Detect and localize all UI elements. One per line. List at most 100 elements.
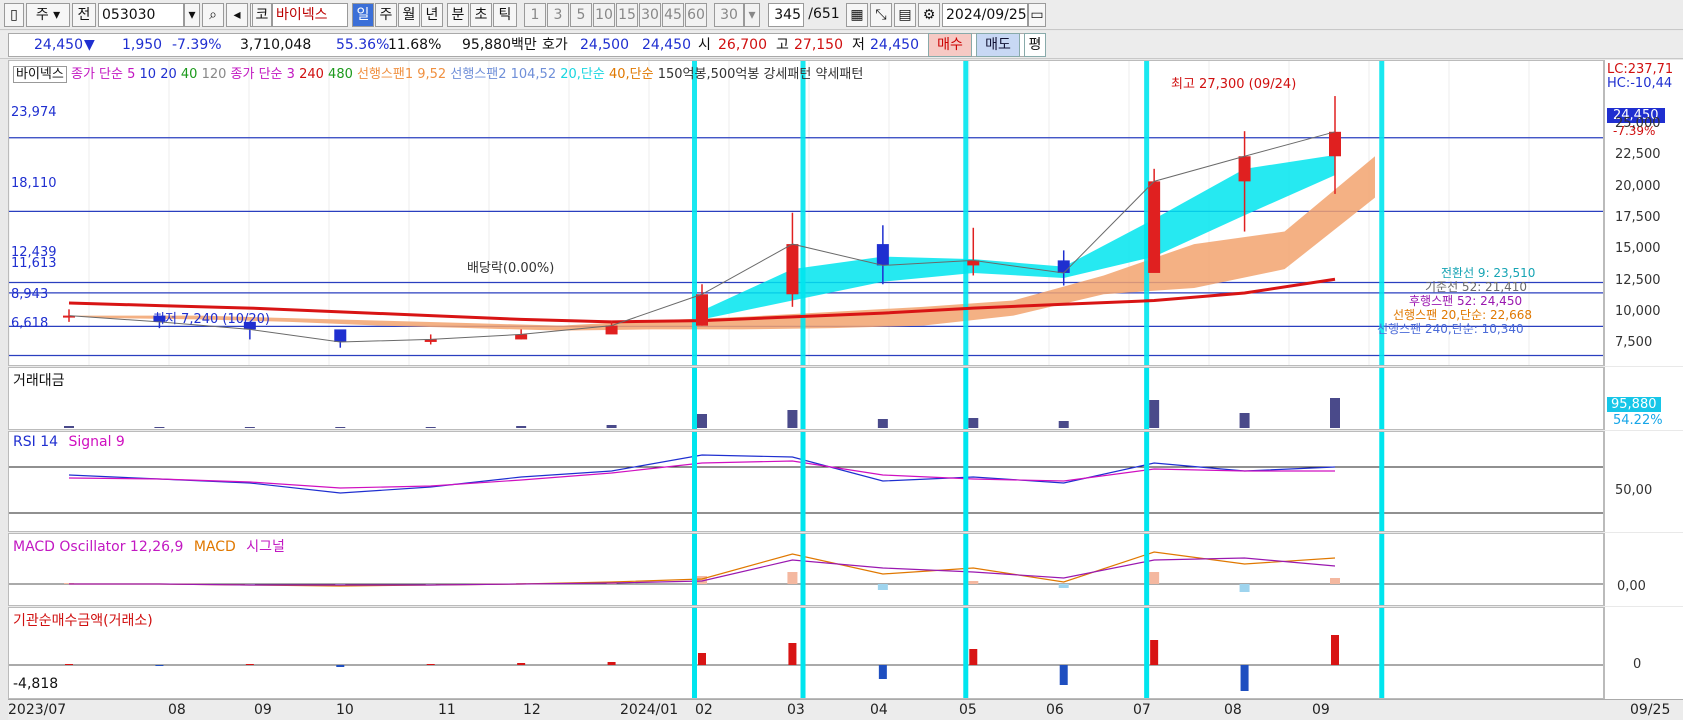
date-input[interactable]: 2024/09/25 xyxy=(942,3,1028,27)
tab-day[interactable]: 일 xyxy=(352,3,374,27)
tab-year[interactable]: 년 xyxy=(421,3,443,27)
quote-volume: 3,710,048 xyxy=(240,37,312,53)
quote-arrow: ▼ xyxy=(84,37,95,53)
inst-bar xyxy=(426,664,435,665)
macd-bar xyxy=(968,581,979,584)
amount-bar xyxy=(968,418,979,428)
legend: 바이넥스 종가 단순 5 10 20 40 120 종가 단순 3 240 48… xyxy=(13,63,863,83)
macd-bar xyxy=(787,572,798,584)
rsi-chart xyxy=(9,432,1603,531)
cyan-marker xyxy=(1144,368,1150,429)
eval-button[interactable]: 평 xyxy=(1024,33,1046,57)
period-select[interactable]: 주 ▾ xyxy=(26,3,70,27)
interval-dropdown-icon[interactable]: ▾ xyxy=(744,3,760,27)
quote-open-label: 시 xyxy=(698,37,711,53)
amount-title: 거래대금 xyxy=(13,373,65,389)
inst-bar xyxy=(517,663,526,665)
interval-button-15[interactable]: 15 xyxy=(616,3,638,27)
code-input[interactable]: 053030 xyxy=(98,3,184,27)
count-input[interactable]: 345 xyxy=(768,3,804,27)
amount-value-tag: 95,880 xyxy=(1607,397,1661,412)
interval-button-45[interactable]: 45 xyxy=(662,3,684,27)
macd-bar xyxy=(1058,584,1069,588)
tab-week[interactable]: 주 xyxy=(375,3,397,27)
inst-bar xyxy=(607,662,616,665)
cyan-marker xyxy=(963,534,969,605)
candle-body xyxy=(334,329,347,342)
tab-month[interactable]: 월 xyxy=(398,3,420,27)
interval-button-30[interactable]: 30 xyxy=(639,3,661,27)
cyan-marker xyxy=(800,534,806,605)
inst-bar xyxy=(698,653,706,665)
prev-button[interactable]: 전 xyxy=(72,3,96,27)
search-icon[interactable]: ⌕ xyxy=(202,3,224,27)
x-axis-label: 03 xyxy=(787,702,805,718)
amount-bar xyxy=(1058,421,1069,428)
gear-icon[interactable]: ⚙ xyxy=(918,3,940,27)
cyan-marker xyxy=(800,432,806,531)
amount-bar xyxy=(154,427,165,428)
cyan-marker xyxy=(1379,608,1385,698)
speaker-icon[interactable]: ◂ xyxy=(226,3,248,27)
legend-s40: 40,단순 xyxy=(608,67,654,82)
legend-ma-a20: 20 xyxy=(160,67,177,82)
lc-label: LC:237,71 xyxy=(1607,62,1674,77)
cyan-marker xyxy=(692,608,697,698)
macd-bar xyxy=(1330,578,1340,584)
legend-ma-a10: 10 xyxy=(139,67,157,82)
x-axis-right: 09/25 xyxy=(1630,702,1671,718)
inst-bar xyxy=(788,643,797,665)
legend-ma-b240: 240 xyxy=(299,67,324,82)
rsi-axis: 50,00 xyxy=(1604,431,1683,532)
legend-ma-a: 종가 단순 5 xyxy=(70,67,136,82)
interval-value[interactable]: 30 xyxy=(714,3,744,27)
rsi-legend: RSI 14 Signal 9 xyxy=(13,434,125,450)
stock-name[interactable]: 바이넥스 xyxy=(272,3,348,27)
quote-bar: 24,450 ▼ 1,950 -7.39% 3,710,048 55.36% 1… xyxy=(0,31,1683,59)
level-label: 23,974 xyxy=(11,105,57,120)
amount-bar xyxy=(425,427,436,428)
y-tick: 15,000 xyxy=(1615,241,1661,257)
compare-icon[interactable]: ⤡ xyxy=(870,3,892,27)
legend-name[interactable]: 바이넥스 xyxy=(13,66,67,83)
dividend-label: 배당락(0.00%) xyxy=(467,261,555,276)
amount-panel: 거래대금 xyxy=(8,367,1604,430)
amount-bar xyxy=(877,419,888,428)
calendar-icon[interactable]: ▭ xyxy=(1028,3,1046,27)
buy-button[interactable]: 매수 xyxy=(928,33,972,57)
candle-body xyxy=(876,244,889,266)
interval-button-5[interactable]: 5 xyxy=(570,3,592,27)
tab-tick[interactable]: 틱 xyxy=(493,3,517,27)
interval-button-1[interactable]: 1 xyxy=(524,3,546,27)
interval-button-10[interactable]: 10 xyxy=(593,3,615,27)
cyan-marker xyxy=(800,368,806,429)
x-axis-label: 09 xyxy=(254,702,272,718)
level-label: 18,110 xyxy=(11,176,57,191)
layout-icon[interactable]: ▯ xyxy=(4,3,24,27)
x-axis-label: 08 xyxy=(168,702,186,718)
candle-body xyxy=(1238,156,1251,182)
inst-bar xyxy=(1331,635,1339,665)
interval-button-60[interactable]: 60 xyxy=(685,3,707,27)
cyan-marker xyxy=(800,61,806,365)
quote-open: 26,700 xyxy=(718,37,767,53)
quote-ratio2: 11.68% xyxy=(388,37,442,53)
market-tag: 코 xyxy=(252,3,272,27)
settings-grid-icon[interactable]: ▦ xyxy=(846,3,868,27)
save-icon[interactable]: ▤ xyxy=(894,3,916,27)
interval-button-3[interactable]: 3 xyxy=(547,3,569,27)
legend-s20: 20,단순 xyxy=(560,67,605,82)
inst-value: -4,818 xyxy=(13,676,59,692)
tab-second[interactable]: 초 xyxy=(470,3,492,27)
x-axis-label: 2023/07 xyxy=(8,702,67,718)
sell-button[interactable]: 매도 xyxy=(976,33,1020,57)
x-axis-label: 02 xyxy=(695,702,713,718)
legend-ma-b: 종가 단순 3 xyxy=(230,67,295,82)
tab-minute[interactable]: 분 xyxy=(447,3,469,27)
count-total: /651 xyxy=(808,6,840,22)
x-axis-label: 06 xyxy=(1046,702,1064,718)
inst-title: 기관순매수금액(거래소) xyxy=(13,613,153,629)
code-dropdown-icon[interactable]: ▾ xyxy=(184,3,200,27)
cyan-marker xyxy=(1144,534,1150,605)
inst-bar xyxy=(245,664,254,665)
